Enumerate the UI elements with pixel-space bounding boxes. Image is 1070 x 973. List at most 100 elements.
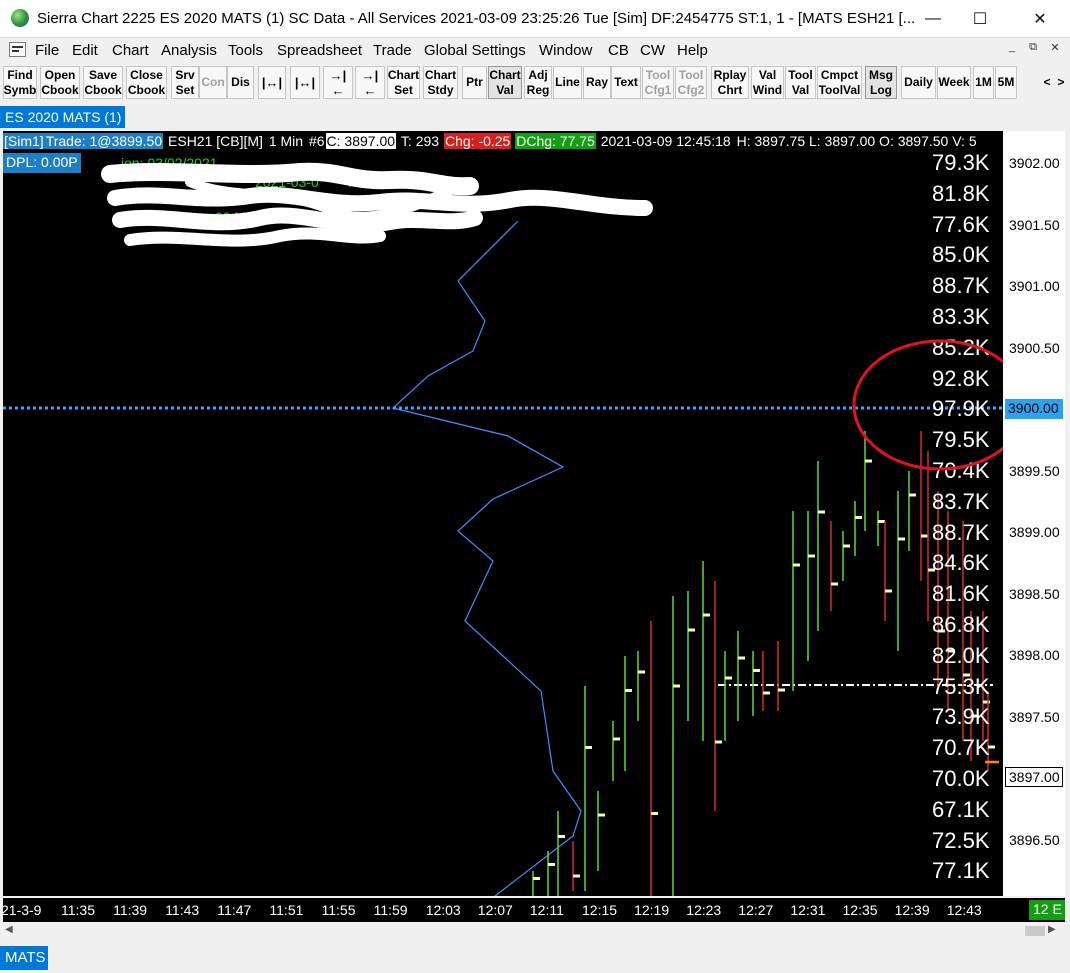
datetime-label: 2021-03-09 12:45:18 — [600, 133, 731, 149]
server-settings-button[interactable]: Srv Set — [171, 66, 199, 99]
menu-tools[interactable]: Tools — [228, 42, 263, 59]
interval-label: 1 Min — [268, 133, 304, 149]
minimize-button[interactable]: — — [910, 0, 956, 38]
price-tick-label: 3896.50 — [1009, 831, 1060, 848]
menu-chart[interactable]: Chart — [112, 42, 149, 59]
mdi-restore-icon[interactable]: ⧉ — [1024, 41, 1042, 57]
time-tick-label: 12:03 — [425, 902, 461, 918]
price-tick-label: 3902.00 — [1009, 155, 1060, 171]
menu-cw[interactable]: CW — [640, 42, 665, 59]
text-tool-button[interactable]: Text — [611, 66, 641, 99]
menu-bar: File Edit Chart Analysis Tools Spreadshe… — [0, 38, 1070, 62]
message-log-button[interactable]: Msg Log — [865, 66, 897, 99]
menu-analysis[interactable]: Analysis — [161, 42, 217, 59]
time-axis[interactable]: 21-3-9 11:35 11:39 11:43 11:47 11:51 11:55 11:5… — [1, 898, 1065, 922]
close-chartbook-button[interactable]: Close Cbook — [126, 66, 167, 99]
change-badge: Chg: -0.25 — [443, 133, 512, 149]
menu-edit[interactable]: Edit — [72, 42, 98, 59]
open-chartbook-button[interactable]: Open Cbook — [40, 66, 80, 99]
dpl-badge: DPL: 0.00P — [3, 153, 81, 173]
volume-label: 81.8K — [932, 180, 990, 206]
menu-file[interactable]: File — [35, 42, 59, 59]
scroll-right-icon[interactable]: > — [1054, 66, 1068, 99]
menu-help[interactable]: Help — [677, 42, 708, 59]
5-minute-button[interactable]: 5M — [995, 66, 1017, 99]
daily-button[interactable]: Daily — [901, 66, 936, 99]
scroll-right-arrow-icon[interactable]: ▶ — [1048, 924, 1062, 938]
horizontal-scrollbar[interactable]: ◀ ▶ — [3, 922, 1065, 940]
replay-chart-button[interactable]: Rplay Chrt — [711, 66, 749, 99]
time-tick-label: 12:31 — [790, 902, 826, 918]
expand-bars-alt-icon[interactable]: |↔| — [290, 66, 320, 99]
chart-settings-button[interactable]: Chart Set — [387, 66, 420, 99]
volume-label: 82.0K — [932, 642, 990, 668]
tool-values-button[interactable]: Tool Val — [785, 66, 816, 99]
save-chartbook-button[interactable]: Save Cbook — [83, 66, 123, 99]
volume-label: 75.3K — [932, 673, 990, 699]
status-mats-tab[interactable]: MATS — [0, 946, 48, 970]
last-price-marker: 3897.00 — [1005, 767, 1063, 787]
close-value: C: 3897.00 — [325, 133, 397, 149]
menu-spreadsheet[interactable]: Spreadsheet — [277, 42, 362, 59]
chart-values-button[interactable]: Chart Val — [488, 66, 522, 99]
volume-label: 86.8K — [932, 612, 990, 637]
volume-label: 83.3K — [932, 304, 990, 329]
volume-profile-line — [391, 220, 582, 896]
find-symbol-button[interactable]: Find Symb — [3, 66, 37, 99]
compact-tool-values-button[interactable]: Cmpct ToolVal — [817, 66, 862, 99]
compress-bars-icon[interactable]: →|← — [323, 66, 353, 99]
redaction-scribble — [101, 162, 653, 247]
1-minute-button[interactable]: 1M — [973, 66, 994, 99]
disconnect-button[interactable]: Dis — [227, 66, 254, 99]
close-button[interactable]: ✕ — [1017, 0, 1063, 38]
volume-label: 88.7K — [932, 519, 990, 545]
tool-config1-button[interactable]: Tool Cfg1 — [642, 66, 674, 99]
volume-label: 72.5K — [932, 827, 990, 853]
status-bar: MATS — [0, 944, 1070, 973]
time-tick-label: 12:23 — [686, 902, 722, 918]
line-tool-button[interactable]: Line — [553, 66, 582, 99]
price-tick-label: 3897.50 — [1009, 708, 1060, 725]
volume-label: 67.1K — [932, 796, 990, 822]
connect-button[interactable]: Con — [199, 66, 227, 99]
menu-window[interactable]: Window — [539, 42, 592, 59]
volume-label: 77.1K — [932, 858, 990, 884]
menu-global-settings[interactable]: Global Settings — [424, 42, 526, 59]
scroll-thumb[interactable] — [1025, 926, 1045, 936]
values-window-button[interactable]: Val Wind — [751, 66, 784, 99]
adjust-region-button[interactable]: Adj Reg — [524, 66, 552, 99]
expand-bars-icon[interactable]: |↔| — [258, 66, 286, 99]
weekly-button[interactable]: Week — [937, 66, 971, 99]
time-tick-label: 11:47 — [217, 902, 252, 918]
chart-studies-button[interactable]: Chart Stdy — [423, 66, 458, 99]
title-bar[interactable]: Sierra Chart 2225 ES 2020 MATS (1) SC Da… — [0, 0, 1070, 38]
price-tick-label: 3899.00 — [1009, 524, 1060, 540]
pointer-button[interactable]: Ptr — [462, 66, 487, 99]
daily-change-badge: DChg: 77.75 — [515, 133, 596, 149]
ticks-label: T: 293 — [400, 133, 440, 149]
price-tick-label: 3898.00 — [1009, 647, 1060, 663]
time-tick-label: 12:11 — [529, 902, 564, 918]
trade-label: Trade: 1@3899.50 — [44, 133, 164, 149]
time-tick-label: 12:35 — [842, 902, 878, 918]
maximize-button[interactable]: ☐ — [957, 0, 1003, 38]
mdi-close-icon[interactable]: ✕ — [1046, 41, 1064, 57]
tool-config2-button[interactable]: Tool Cfg2 — [675, 66, 707, 99]
volume-label: 85.0K — [932, 242, 990, 268]
volume-label: 88.7K — [932, 273, 990, 299]
menu-cb[interactable]: CB — [608, 42, 629, 59]
compress-bars-alt-icon[interactable]: →|← — [355, 66, 385, 99]
chart-tab[interactable]: ES 2020 MATS (1) — [0, 106, 125, 128]
price-scale[interactable]: 3902.00 3901.50 3901.00 3900.50 3900.00 3899.… — [1003, 131, 1065, 896]
window-title: Sierra Chart 2225 ES 2020 MATS (1) SC Da… — [37, 10, 916, 27]
volume-label: 73.9K — [932, 704, 990, 730]
scroll-left-arrow-icon[interactable]: ◀ — [5, 924, 19, 938]
chart-header: [Sim1] Trade: 1@3899.50 ESH21 [CB][M] 1 M… — [3, 133, 978, 153]
current-price-marker: 3900.00 — [1005, 399, 1063, 419]
menu-trade[interactable]: Trade — [373, 42, 412, 59]
time-tick-label: 11:39 — [113, 902, 148, 918]
mdi-minimize-icon[interactable]: _ — [1003, 41, 1021, 57]
time-tick-label: 12:27 — [738, 902, 774, 918]
scroll-left-icon[interactable]: < — [1040, 66, 1054, 99]
ray-tool-button[interactable]: Ray — [583, 66, 611, 99]
